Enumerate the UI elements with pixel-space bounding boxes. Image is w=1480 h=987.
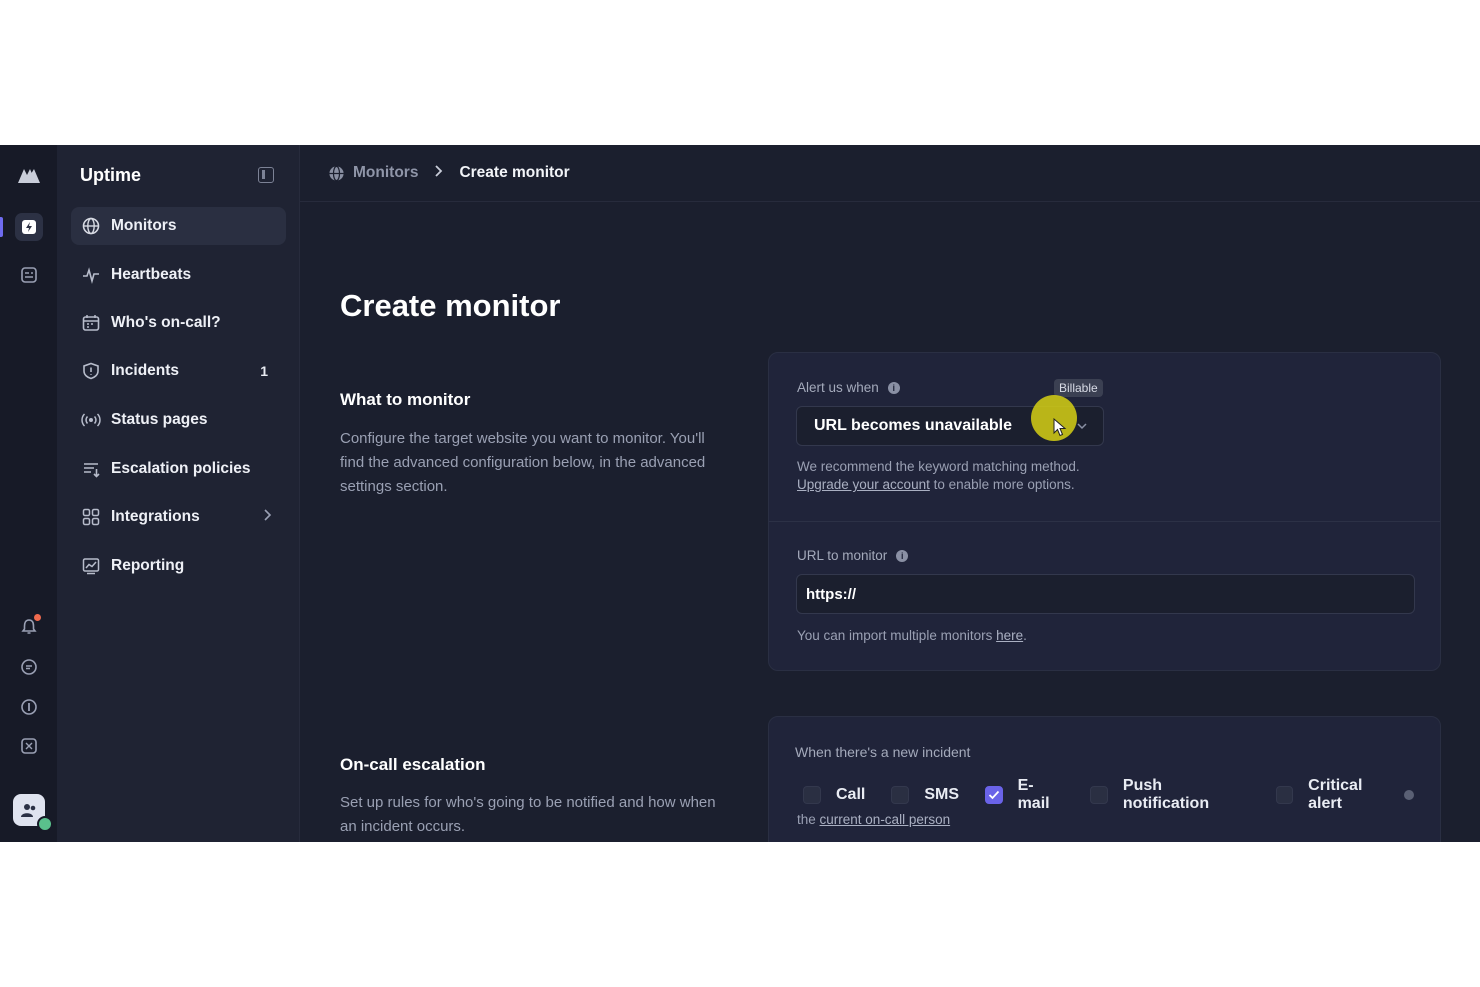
- import-hint-end: .: [1023, 628, 1027, 643]
- option-call[interactable]: Call: [803, 786, 865, 804]
- call-checkbox[interactable]: [803, 786, 821, 804]
- sidebar-item-label: Status pages: [111, 411, 208, 428]
- check-icon: [988, 790, 999, 800]
- uptime-icon[interactable]: [15, 213, 43, 241]
- sidebar-item-monitors[interactable]: Monitors: [71, 207, 286, 245]
- pulse-icon: [81, 265, 101, 285]
- globe-icon: [81, 216, 101, 236]
- section-heading-what-to-monitor: What to monitor: [340, 390, 471, 409]
- sidebar-item-heartbeats[interactable]: Heartbeats: [71, 256, 286, 294]
- new-incident-label: When there's a new incident: [795, 744, 971, 760]
- option-label: Push notification: [1122, 777, 1210, 812]
- section-heading-on-call-escalation: On-call escalation: [340, 755, 486, 774]
- sidebar-item-label: Incidents: [111, 362, 180, 379]
- upgrade-account-link[interactable]: Upgrade your account: [797, 477, 930, 492]
- monitor-settings-card: Alert us when i Billable URL becomes una…: [768, 352, 1441, 671]
- sms-checkbox[interactable]: [891, 786, 910, 804]
- option-label: E-mail: [1017, 777, 1050, 812]
- logo-icon[interactable]: [15, 161, 43, 189]
- option-label: Call: [836, 786, 866, 803]
- sidebar-item-label: Who's on-call?: [111, 314, 221, 331]
- url-input[interactable]: [796, 574, 1415, 614]
- mouse-cursor-icon: [1053, 417, 1067, 443]
- import-here-link[interactable]: here: [996, 628, 1023, 643]
- section-description-on-call-escalation: Set up rules for who's going to be notif…: [340, 794, 716, 835]
- sidebar-item-escalation-policies[interactable]: Escalation policies: [71, 450, 286, 488]
- sidebar-item-integrations[interactable]: Integrations: [71, 498, 286, 536]
- option-push-notification[interactable]: Push notification: [1090, 777, 1249, 813]
- sidebar-item-status-pages[interactable]: Status pages: [71, 401, 286, 439]
- section-description-what-to-monitor: Configure the target website you want to…: [340, 430, 706, 495]
- globe-icon: [328, 165, 345, 182]
- incidents-count-badge: 1: [260, 363, 268, 379]
- broadcast-icon: [81, 410, 101, 430]
- alert-label: Alert us when i: [797, 380, 900, 395]
- sidebar-item-label: Monitors: [111, 217, 177, 234]
- sidebar-item-incidents[interactable]: Incidents 1: [71, 352, 286, 390]
- notification-dot: [34, 614, 41, 621]
- option-label: SMS: [924, 786, 960, 803]
- url-label-text: URL to monitor: [797, 548, 888, 563]
- chevron-right-icon: [434, 164, 443, 182]
- sidebar-item-label: Heartbeats: [111, 266, 192, 283]
- app-window: Uptime Monitors Heartbeats Who's on-call…: [0, 145, 1480, 842]
- sidebar-item-whos-on-call[interactable]: Who's on-call?: [71, 304, 286, 342]
- avatar-status-badge: [37, 816, 53, 832]
- alert-hint-rest: to enable more options.: [929, 477, 1075, 492]
- alert-condition-value: URL becomes unavailable: [814, 417, 1012, 434]
- chart-icon: [81, 556, 101, 576]
- critical-alert-checkbox[interactable]: [1275, 786, 1294, 804]
- option-label: Critical alert: [1308, 777, 1363, 812]
- sidebar-item-label: Escalation policies: [111, 460, 251, 477]
- sidebar: Uptime Monitors Heartbeats Who's on-call…: [57, 145, 300, 842]
- chevron-right-icon: [262, 508, 272, 526]
- card-divider: [769, 521, 1440, 522]
- import-hint: You can import multiple monitors here.: [797, 627, 1027, 645]
- alert-hint-line2: Upgrade your account to enable more opti…: [797, 476, 1080, 494]
- sidebar-item-label: Integrations: [111, 508, 200, 525]
- info-icon[interactable]: i: [887, 381, 900, 394]
- breadcrumb-current: Create monitor: [459, 164, 570, 181]
- info-icon[interactable]: [1404, 790, 1415, 800]
- breadcrumb: Monitors Create monitor: [300, 145, 1480, 202]
- sidebar-title: Uptime: [80, 165, 142, 185]
- calendar-icon: [81, 313, 101, 333]
- info-icon[interactable]: i: [896, 549, 909, 562]
- avatar[interactable]: [13, 794, 53, 832]
- shield-icon: [81, 361, 101, 381]
- option-email[interactable]: E-mail: [985, 777, 1064, 813]
- breadcrumb-monitors-link[interactable]: Monitors: [353, 164, 418, 182]
- url-label: URL to monitor i: [797, 548, 909, 563]
- escalation-card: When there's a new incident Call SMS E-m…: [768, 716, 1441, 842]
- collapse-sidebar-icon[interactable]: [258, 167, 274, 183]
- info-icon[interactable]: [15, 693, 43, 721]
- icon-rail: [0, 145, 57, 842]
- alert-hint-line1: We recommend the keyword matching method…: [797, 459, 1080, 474]
- sidebar-item-reporting[interactable]: Reporting: [71, 547, 286, 585]
- push-notification-checkbox[interactable]: [1090, 786, 1108, 804]
- chat-icon[interactable]: [15, 653, 43, 681]
- grid-icon: [81, 507, 101, 527]
- sidebar-item-label: Reporting: [111, 557, 185, 574]
- option-critical-alert[interactable]: Critical alert: [1275, 777, 1415, 813]
- chevron-down-icon: [1077, 419, 1087, 433]
- logs-icon[interactable]: [15, 261, 43, 289]
- import-hint-text: You can import multiple monitors: [797, 628, 997, 643]
- current-on-call-person-link[interactable]: current on-call person: [820, 812, 951, 827]
- page-title: Create monitor: [340, 288, 561, 323]
- email-checkbox[interactable]: [985, 786, 1003, 804]
- rail-active-indicator: [0, 217, 3, 237]
- bell-icon[interactable]: [15, 613, 43, 641]
- alert-label-text: Alert us when: [797, 380, 879, 395]
- command-icon[interactable]: [15, 732, 43, 760]
- on-call-footer: the current on-call person: [797, 811, 950, 829]
- on-call-footer-prefix: the: [797, 812, 820, 827]
- notification-options: Call SMS E-mail Push notification Critic…: [803, 777, 1440, 813]
- alert-hint: We recommend the keyword matching method…: [797, 458, 1080, 494]
- billable-badge: Billable: [1054, 379, 1103, 397]
- option-sms[interactable]: SMS: [891, 786, 959, 804]
- list-icon: [81, 459, 101, 479]
